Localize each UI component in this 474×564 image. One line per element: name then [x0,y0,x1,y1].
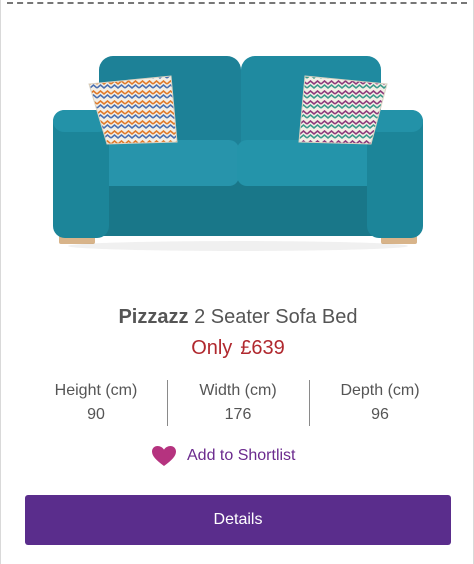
dimension-divider [167,380,168,426]
add-to-shortlist-button[interactable]: Add to Shortlist [151,443,296,469]
dimension-width: Width (cm) 176 [167,380,309,428]
details-button[interactable]: Details [25,495,451,545]
dimension-label: Depth (cm) [340,382,420,399]
dimension-label: Width (cm) [199,382,277,399]
details-label: Details [213,511,263,528]
sofa-image[interactable] [41,40,435,260]
shortlist-label: Add to Shortlist [187,447,296,464]
dimension-value: 96 [371,406,389,423]
dimension-depth: Depth (cm) 96 [309,380,451,428]
product-brand: Pizzazz [118,306,189,328]
price-prefix: Only [191,337,233,359]
dimension-label: Height (cm) [54,382,138,399]
dimension-value: 176 [224,406,252,423]
dimension-height: Height (cm) 90 [25,380,167,428]
dimension-value: 90 [87,406,105,423]
product-title[interactable]: Pizzazz 2 Seater Sofa Bed [1,306,474,329]
price-amount: £639 [240,337,285,359]
heart-icon [152,446,176,466]
product-price: Only £639 [1,337,474,360]
product-name: 2 Seater Sofa Bed [194,306,358,328]
dimension-divider [309,380,310,426]
product-card: Pizzazz 2 Seater Sofa Bed Only £639 Heigh… [0,0,474,564]
dashed-separator [7,2,467,4]
dimensions: Height (cm) 90 Width (cm) 176 Depth (cm)… [25,380,451,428]
